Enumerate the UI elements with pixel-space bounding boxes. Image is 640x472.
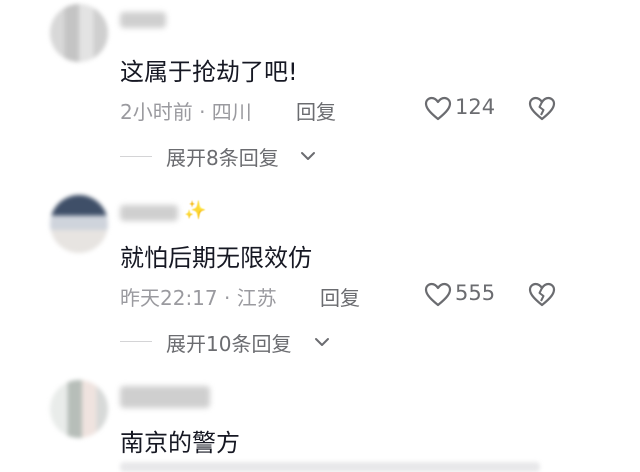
comment-text: 南京的警方 (120, 429, 240, 457)
chevron-down-icon[interactable] (314, 336, 330, 348)
broken-heart-icon[interactable] (528, 282, 556, 308)
avatar[interactable] (50, 380, 108, 438)
expand-divider (120, 156, 152, 157)
expand-replies-button[interactable]: 展开10条回复 (166, 328, 291, 357)
avatar[interactable] (50, 195, 108, 253)
username-blurred[interactable] (120, 386, 210, 408)
like-count: 124 (455, 95, 496, 119)
username-blurred[interactable] (120, 12, 166, 28)
comment-text: 就怕后期无限效仿 (120, 244, 312, 272)
avatar[interactable] (50, 4, 108, 62)
expand-divider (120, 341, 152, 342)
username-blurred[interactable] (120, 205, 178, 221)
reply-button[interactable]: 回复 (320, 282, 360, 311)
comment-text: 这属于抢劫了吧! (120, 58, 298, 86)
expand-replies-button[interactable]: 展开8条回复 (166, 142, 279, 171)
comment-meta: 2小时前 · 四川 (120, 100, 252, 124)
meta-row-cutoff (120, 462, 540, 472)
heart-outline-icon[interactable] (424, 96, 452, 122)
chevron-down-icon[interactable] (300, 150, 316, 162)
sparkle-icon: ✨ (184, 200, 207, 221)
broken-heart-icon[interactable] (528, 96, 556, 122)
heart-outline-icon[interactable] (424, 282, 452, 308)
comment-meta: 昨天22:17 · 江苏 (120, 286, 277, 310)
reply-button[interactable]: 回复 (296, 96, 336, 125)
like-count: 555 (455, 281, 496, 305)
